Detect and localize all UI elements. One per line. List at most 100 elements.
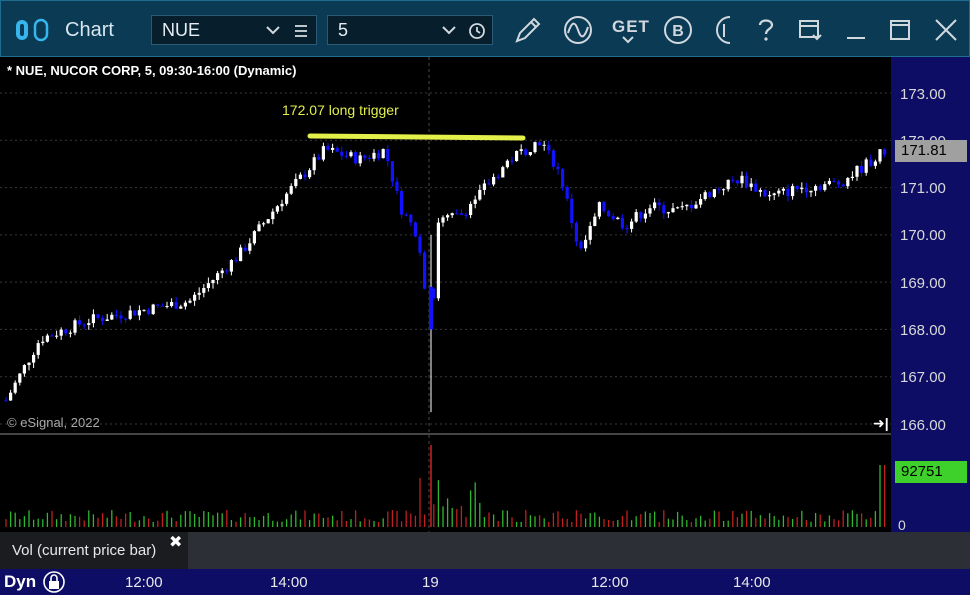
candle-body [455,213,459,215]
candle-body [82,324,86,326]
candle-body [731,179,735,181]
candle-body [551,150,555,167]
chevron-down-icon[interactable] [266,24,280,36]
lock-icon[interactable] [43,570,65,594]
candle-body [41,341,45,344]
candles [4,139,887,413]
candle-body [266,219,270,224]
chevron-down-icon[interactable] [442,24,456,36]
candle-body [832,180,836,182]
candle-body [9,392,13,401]
minimize-icon [847,37,865,39]
candle-body [855,165,859,177]
candle-body [643,213,647,219]
symbol-input[interactable]: NUE [151,15,317,45]
interval-input[interactable]: 5 [327,15,493,45]
candle-body [777,190,781,194]
symbol-list-icon[interactable] [292,22,310,40]
candle-body [45,335,49,342]
candle-body [827,180,831,185]
candle-body [243,247,247,251]
candle-body [183,302,187,307]
candle-body [358,155,362,164]
candle-body [478,189,482,200]
copyright-text: © eSignal, 2022 [7,415,100,430]
trade-circle-icon [716,16,731,44]
candle-body [722,189,726,191]
candle-body [657,202,661,206]
draw-tool-button[interactable] [511,13,545,47]
chart-heading: * NUE, NUCOR CORP, 5, 09:30-16:00 (Dynam… [7,63,297,78]
candle-body [712,189,716,197]
candle-body [55,335,59,337]
candle-body [791,186,795,197]
candle-body [496,176,500,178]
candle-body [312,157,316,171]
get-button[interactable]: GET [609,13,649,47]
candle-body [800,187,804,190]
study-tab-volume[interactable]: Vol (current price bar) ✖ [0,532,188,569]
candle-body [377,152,381,159]
buy-button[interactable]: B [661,13,695,47]
price-chart[interactable] [0,57,970,569]
candle-body [27,362,31,366]
chart-area[interactable]: * NUE, NUCOR CORP, 5, 09:30-16:00 (Dynam… [0,57,970,569]
candle-body [303,174,307,178]
studies-button[interactable] [561,13,595,47]
candle-body [234,260,238,262]
candle-body [809,190,813,193]
candle-body [597,202,601,217]
close-button[interactable] [929,13,963,47]
dynamic-mode-label[interactable]: Dyn [4,572,36,592]
close-icon[interactable]: ✖ [169,532,182,552]
minimize-button[interactable] [839,13,873,47]
candle-body [133,310,137,316]
candle-body [160,305,164,307]
candle-body [869,159,873,166]
candle-body [772,193,776,196]
candle-body [73,320,77,333]
candle-body [114,314,118,316]
candle-body [216,273,220,281]
candle-body [441,217,445,223]
volume-value-badge: 92751 [895,461,967,483]
candle-body [381,149,385,159]
candle-body [850,176,854,179]
candle-body [446,215,450,218]
candle-body [561,169,565,188]
candle-body [294,178,298,187]
candle-body [50,335,54,337]
study-bar: Vol (current price bar) ✖ [0,532,970,569]
help-button[interactable] [749,13,783,47]
window-menu-button[interactable] [793,13,827,47]
clock-icon[interactable] [468,22,486,40]
time-tick-label: 14:00 [270,574,308,591]
candle-body [450,213,454,216]
scroll-to-end-icon[interactable]: ➜| [873,415,889,432]
candle-body [814,186,818,191]
candle-body [386,149,390,162]
candle-body [372,152,376,159]
candle-body [87,323,91,325]
candle-body [666,212,670,214]
trade-button[interactable] [709,13,731,47]
candle-body [639,212,643,219]
candle-body [749,183,753,188]
maximize-button[interactable] [883,13,917,47]
candle-body [229,260,233,272]
candle-body [78,320,82,325]
candle-body [68,332,72,334]
candle-body [671,208,675,213]
chevron-down-icon [622,36,634,44]
window-titlebar: Chart NUE 5 GET B [0,0,970,57]
candle-body [883,149,887,155]
price-tick-label: 167.00 [900,369,946,386]
candle-body [156,304,160,306]
candle-body [556,166,560,170]
candle-body [206,283,210,289]
candle-body [119,315,123,319]
candle-body [653,202,657,209]
candle-body [804,187,808,193]
candle-body [620,217,624,229]
time-axis[interactable]: Dyn 12:00 14:00 19 12:00 14:00 [0,569,970,595]
